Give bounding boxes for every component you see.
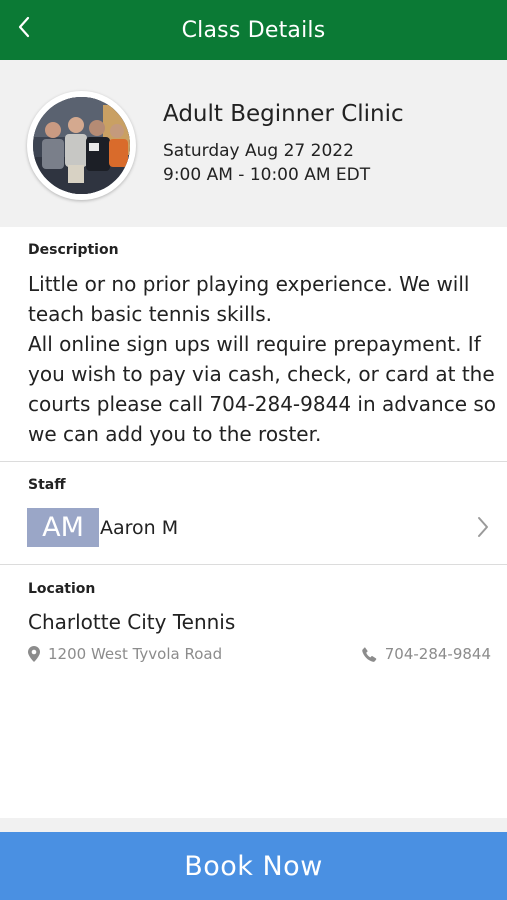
book-now-button[interactable]: Book Now <box>0 832 507 900</box>
description-text: Little or no prior playing experience. W… <box>28 269 497 449</box>
page-title: Class Details <box>181 17 326 43</box>
class-time: 9:00 AM - 10:00 AM EDT <box>163 165 371 185</box>
description-line: Little or no prior playing experience. W… <box>28 272 470 296</box>
description-line: you wish to pay via cash, check, or card… <box>28 362 495 386</box>
description-label: Description <box>28 242 119 258</box>
phone-icon <box>361 646 377 662</box>
description-line: we can add you to the roster. <box>28 422 322 446</box>
description-line: teach basic tennis skills. <box>28 302 272 326</box>
divider <box>0 461 507 462</box>
location-name: Charlotte City Tennis <box>28 610 236 634</box>
location-address: 1200 West Tyvola Road <box>48 645 223 663</box>
description-line: All online sign ups will require prepaym… <box>28 332 481 356</box>
location-label: Location <box>28 581 96 597</box>
class-summary-card: Adult Beginner Clinic Saturday Aug 27 20… <box>0 60 507 227</box>
back-button[interactable] <box>10 12 38 42</box>
phone-link[interactable]: 704-284-9844 <box>361 643 491 665</box>
class-name: Adult Beginner Clinic <box>163 101 404 127</box>
class-photo <box>33 97 130 194</box>
class-date: Saturday Aug 27 2022 <box>163 141 354 161</box>
chevron-right-icon <box>478 517 488 537</box>
app-header: Class Details <box>0 0 507 60</box>
staff-row[interactable]: AM Aaron M <box>0 500 507 556</box>
address-link[interactable]: 1200 West Tyvola Road <box>28 643 222 665</box>
divider <box>0 564 507 565</box>
staff-name: Aaron M <box>100 517 179 539</box>
staff-avatar: AM <box>27 508 99 547</box>
description-line: courts please call 704-284-9844 in advan… <box>28 392 497 416</box>
staff-label: Staff <box>28 477 66 493</box>
chevron-left-icon <box>18 16 30 38</box>
location-phone: 704-284-9844 <box>384 645 491 663</box>
map-pin-icon <box>28 646 40 662</box>
class-avatar <box>27 91 136 200</box>
footer-spacer <box>0 818 507 832</box>
